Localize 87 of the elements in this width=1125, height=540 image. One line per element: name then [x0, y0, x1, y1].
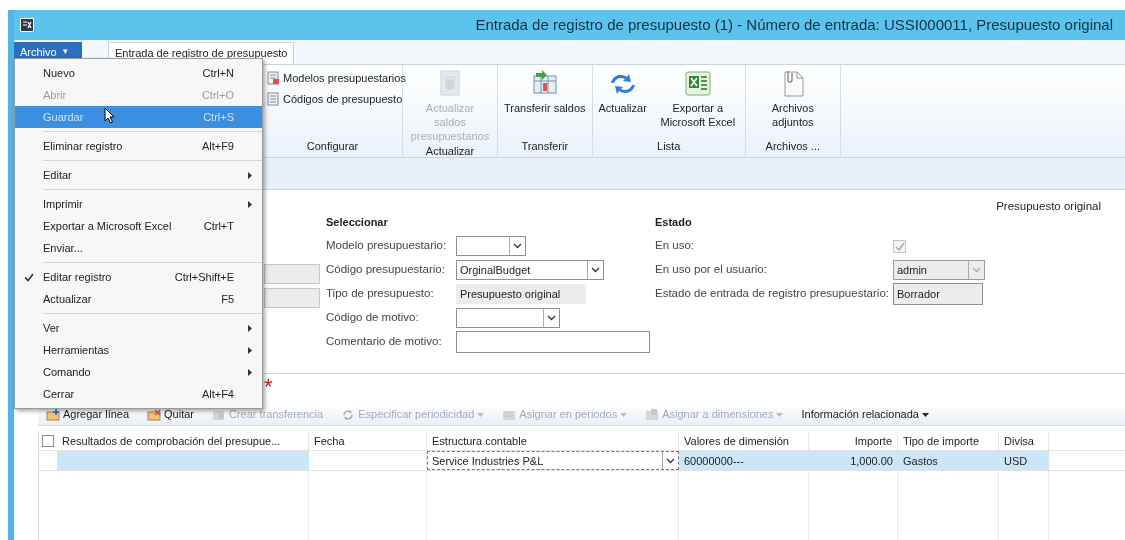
cycle-arrows-icon	[341, 407, 356, 422]
app-icon	[20, 18, 34, 32]
toolbar-button[interactable]: Quitar	[147, 406, 194, 423]
field-label: En uso:	[655, 238, 695, 254]
document-chart-icon	[267, 71, 280, 85]
ribbon-button[interactable]: Modelos presupuestarios	[267, 69, 406, 87]
spreadsheet-icon	[682, 69, 713, 97]
field-label: Código presupuestario:	[326, 262, 446, 278]
input-field[interactable]: Presupuesto original	[456, 284, 586, 304]
ribbon-group-label: Transferir	[520, 138, 570, 154]
ribbon-group-label: Archivos ...	[764, 138, 821, 154]
toolbar-button[interactable]: Agregar línea	[46, 406, 130, 423]
submenu-arrow-icon	[248, 200, 252, 208]
menu-item[interactable]: Exportar a Microsoft Excel Ctrl+T	[15, 215, 262, 237]
ribbon-group-label: Lista	[656, 138, 682, 154]
menu-item[interactable]: Cerrar Alt+F4	[15, 383, 262, 405]
checkbox[interactable]	[42, 434, 54, 447]
add-row-icon	[46, 407, 60, 422]
submenu-arrow-icon	[248, 324, 252, 332]
column-header[interactable]: Estructura contable	[427, 431, 679, 450]
chevron-down-icon	[547, 315, 556, 321]
caption-text: Presupuesto original	[996, 199, 1101, 214]
dropdown-field[interactable]	[456, 236, 526, 256]
input-field[interactable]	[264, 288, 320, 308]
column-header[interactable]: Importe	[809, 431, 898, 450]
ribbon-button[interactable]: Exportar a Microsoft Excel	[654, 69, 741, 129]
chevron-down-icon	[513, 243, 522, 249]
column-header[interactable]: Tipo de importe	[898, 431, 999, 450]
required-asterisk: *	[264, 374, 273, 399]
input-field[interactable]	[456, 331, 650, 353]
dropdown-field[interactable]	[456, 308, 560, 328]
caret-icon	[921, 412, 929, 417]
input-field[interactable]: Borrador	[893, 283, 983, 305]
caret-icon	[477, 412, 485, 417]
menu-item[interactable]: Nuevo Ctrl+N	[15, 62, 262, 84]
table-cell: Gastos	[898, 451, 999, 470]
ribbon-button[interactable]: Transferir saldos	[502, 69, 588, 115]
caret-icon	[776, 412, 784, 417]
remove-row-icon	[147, 407, 162, 422]
chevron-down-icon	[972, 267, 981, 273]
check-icon	[24, 272, 34, 282]
menu-item[interactable]: Herramientas	[15, 339, 262, 361]
submenu-arrow-icon	[248, 346, 252, 354]
ribbon-group-label: Configurar	[305, 138, 360, 154]
dropdown-field[interactable]: OrginalBudget	[456, 260, 604, 280]
field-label: Comentario de motivo:	[326, 334, 443, 350]
section-title: Estado	[655, 215, 693, 230]
field-label: Modelo presupuestario:	[326, 238, 448, 254]
caret-icon	[620, 412, 628, 417]
mouse-pointer-icon	[104, 107, 115, 124]
menu-item[interactable]: Actualizar F5	[15, 288, 262, 310]
ribbon-button[interactable]: Códigos de presupuesto	[267, 90, 403, 108]
menu-item[interactable]: Eliminar registro Alt+F9	[15, 135, 262, 157]
input-field[interactable]	[264, 264, 320, 284]
checkbox[interactable]	[893, 239, 906, 253]
menu-item[interactable]: Editar registro Ctrl+Shift+E	[15, 266, 262, 288]
column-header[interactable]: Resultados de comprobación del presupue...	[57, 431, 309, 450]
check-icon	[894, 241, 905, 251]
ribbon-button[interactable]: Archivos adjuntos	[749, 69, 836, 129]
field-label: En uso por el usuario:	[655, 262, 768, 278]
column-header[interactable]: Divisa	[999, 431, 1049, 450]
chevron-down-icon	[666, 457, 675, 464]
window-title: Entrada de registro de presupuesto (1) - Número de entrada: USSI000011, Presupuesto original	[475, 14, 1113, 35]
ribbon-group-label: Actualizar	[424, 144, 476, 159]
column-header[interactable]: Fecha	[309, 431, 427, 450]
chevron-down-icon	[591, 267, 600, 273]
menu-item[interactable]: Editar	[15, 164, 262, 186]
ribbon-button[interactable]: Actualizar	[596, 69, 649, 115]
field-label: Tipo de presupuesto:	[326, 286, 435, 302]
field-label: Código de motivo:	[326, 310, 420, 326]
table-cell: 60000000---	[679, 451, 809, 470]
submenu-arrow-icon	[248, 171, 252, 179]
column-header[interactable]: Valores de dimensión	[679, 431, 809, 450]
menu-item[interactable]: Enviar...	[15, 237, 262, 259]
menu-item[interactable]: Imprimir	[15, 193, 262, 215]
toolbar-button[interactable]: Información relacionada	[801, 406, 929, 423]
section-title: Seleccionar	[326, 215, 389, 230]
dimension-icon	[645, 407, 660, 422]
dropdown-field[interactable]: admin	[893, 260, 985, 280]
document-icon	[267, 92, 280, 106]
menu-item[interactable]: Ver	[15, 317, 262, 339]
field-label: Estado de entrada de registro presupuestario:	[655, 286, 890, 302]
table-cell: USD	[999, 451, 1049, 470]
dropdown-field[interactable]: Service Industries P&L	[427, 451, 679, 470]
menu-item[interactable]: Comando	[15, 361, 262, 383]
submenu-arrow-icon	[248, 368, 252, 376]
table-cell: 1,000.00	[809, 451, 898, 470]
